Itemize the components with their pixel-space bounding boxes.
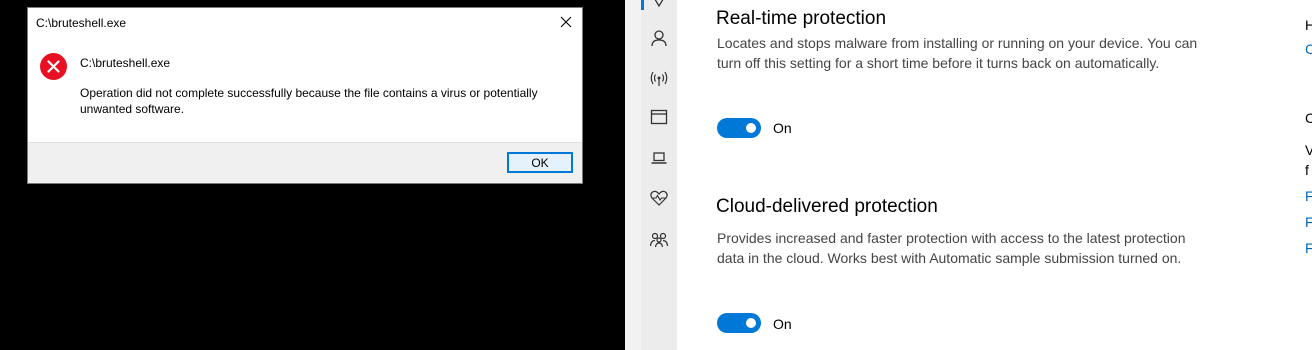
side-link[interactable]: F xyxy=(1305,214,1312,230)
dialog-title: C:\bruteshell.exe xyxy=(36,16,127,30)
person-icon[interactable] xyxy=(649,28,669,48)
dialog-message: Operation did not complete successfully … xyxy=(80,86,538,116)
wifi-icon[interactable] xyxy=(649,68,669,88)
side-text: f xyxy=(1305,162,1309,178)
realtime-protection-title: Real-time protection xyxy=(716,8,887,29)
laptop-icon[interactable] xyxy=(649,148,669,168)
close-button[interactable] xyxy=(552,8,582,38)
close-icon xyxy=(560,16,572,28)
health-heart-icon[interactable] xyxy=(649,188,669,208)
side-heading: C xyxy=(1305,110,1312,126)
realtime-protection-state: On xyxy=(773,120,792,136)
side-link[interactable]: F xyxy=(1305,240,1312,256)
realtime-protection-description: Locates and stops malware from installin… xyxy=(717,35,1198,71)
side-link[interactable]: F xyxy=(1305,188,1312,204)
dialog-footer: OK xyxy=(28,142,582,183)
error-icon xyxy=(40,53,67,80)
side-text: V xyxy=(1305,142,1312,158)
dialog-titlebar[interactable]: C:\bruteshell.exe xyxy=(28,8,582,38)
cloud-protection-state: On xyxy=(773,316,792,332)
cloud-protection-title: Cloud-delivered protection xyxy=(716,196,938,217)
side-heading: H xyxy=(1305,17,1312,33)
dialog-heading: C:\bruteshell.exe xyxy=(80,56,171,70)
nav-rail xyxy=(641,0,677,350)
toggle-knob xyxy=(746,123,756,133)
cloud-protection-toggle[interactable] xyxy=(717,313,761,333)
family-icon[interactable] xyxy=(649,229,669,249)
selected-indicator xyxy=(641,0,644,10)
side-link[interactable]: C xyxy=(1305,41,1312,57)
error-dialog: C:\bruteshell.exe C:\bruteshell.exe Oper… xyxy=(27,7,583,184)
protection-settings: Real-time protection Locates and stops m… xyxy=(677,0,1312,350)
window-edge xyxy=(625,0,641,350)
toggle-knob xyxy=(746,318,756,328)
app-browser-icon[interactable] xyxy=(649,107,669,127)
ok-button[interactable]: OK xyxy=(507,152,573,173)
shield-icon[interactable] xyxy=(649,0,669,12)
cloud-protection-description: Provides increased and faster protection… xyxy=(717,230,1186,266)
realtime-protection-toggle[interactable] xyxy=(717,118,761,138)
